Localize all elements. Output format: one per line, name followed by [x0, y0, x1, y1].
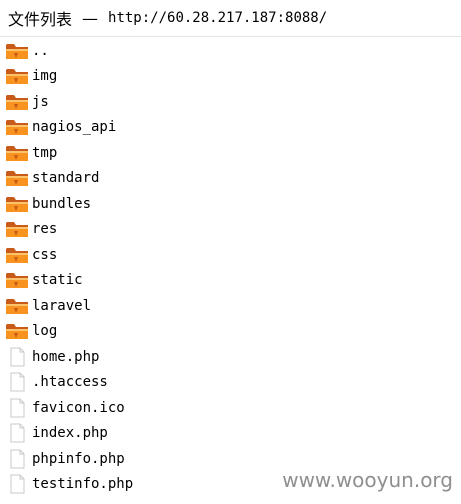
file-item[interactable]: index.php	[0, 421, 461, 447]
folder-icon	[5, 270, 29, 290]
file-name: .htaccess	[32, 374, 108, 391]
folder-item[interactable]: standard	[0, 166, 461, 192]
folder-icon	[5, 92, 29, 112]
file-icon	[5, 423, 29, 443]
folder-item[interactable]: log	[0, 319, 461, 345]
folder-item[interactable]: laravel	[0, 293, 461, 319]
file-name: js	[32, 93, 49, 110]
file-item[interactable]: home.php	[0, 344, 461, 370]
url-text: http://60.28.217.187:8088/	[108, 10, 328, 26]
file-name: ..	[32, 42, 49, 59]
folder-icon	[5, 194, 29, 214]
file-icon	[5, 474, 29, 494]
folder-item[interactable]: js	[0, 89, 461, 115]
folder-item[interactable]: static	[0, 268, 461, 294]
title-divider	[0, 36, 461, 37]
file-item[interactable]: .htaccess	[0, 370, 461, 396]
file-name: laravel	[32, 297, 92, 314]
folder-icon	[5, 143, 29, 163]
file-list: .. img js nagios_api tmp standard bundle…	[0, 38, 461, 497]
file-name: index.php	[32, 425, 108, 442]
file-name: tmp	[32, 144, 58, 161]
file-name: favicon.ico	[32, 399, 125, 416]
file-name: phpinfo.php	[32, 450, 125, 467]
file-icon	[5, 372, 29, 392]
file-item[interactable]: favicon.ico	[0, 395, 461, 421]
watermark: www.wooyun.org	[282, 468, 453, 492]
file-name: log	[32, 323, 58, 340]
folder-item[interactable]: css	[0, 242, 461, 268]
file-list-window: 文件列表 — http://60.28.217.187:8088/ .. img…	[0, 0, 461, 504]
file-name: img	[32, 68, 58, 85]
title-separator: —	[82, 8, 99, 28]
file-icon	[5, 449, 29, 469]
file-icon	[5, 347, 29, 367]
folder-item[interactable]: ..	[0, 38, 461, 64]
file-name: res	[32, 221, 58, 238]
folder-icon	[5, 245, 29, 265]
file-name: testinfo.php	[32, 476, 134, 493]
file-name: css	[32, 246, 58, 263]
folder-icon	[5, 296, 29, 316]
folder-item[interactable]: res	[0, 217, 461, 243]
file-name: static	[32, 272, 83, 289]
folder-icon	[5, 321, 29, 341]
folder-icon	[5, 168, 29, 188]
folder-icon	[5, 117, 29, 137]
folder-icon	[5, 219, 29, 239]
file-name: nagios_api	[32, 119, 117, 136]
file-name: standard	[32, 170, 100, 187]
file-name: home.php	[32, 348, 100, 365]
folder-icon	[5, 41, 29, 61]
file-icon	[5, 398, 29, 418]
folder-item[interactable]: tmp	[0, 140, 461, 166]
folder-icon	[5, 66, 29, 86]
folder-item[interactable]: bundles	[0, 191, 461, 217]
page-title: 文件列表	[8, 10, 73, 29]
folder-item[interactable]: nagios_api	[0, 115, 461, 141]
folder-item[interactable]: img	[0, 64, 461, 90]
title-bar: 文件列表 — http://60.28.217.187:8088/	[0, 0, 461, 36]
file-name: bundles	[32, 195, 92, 212]
